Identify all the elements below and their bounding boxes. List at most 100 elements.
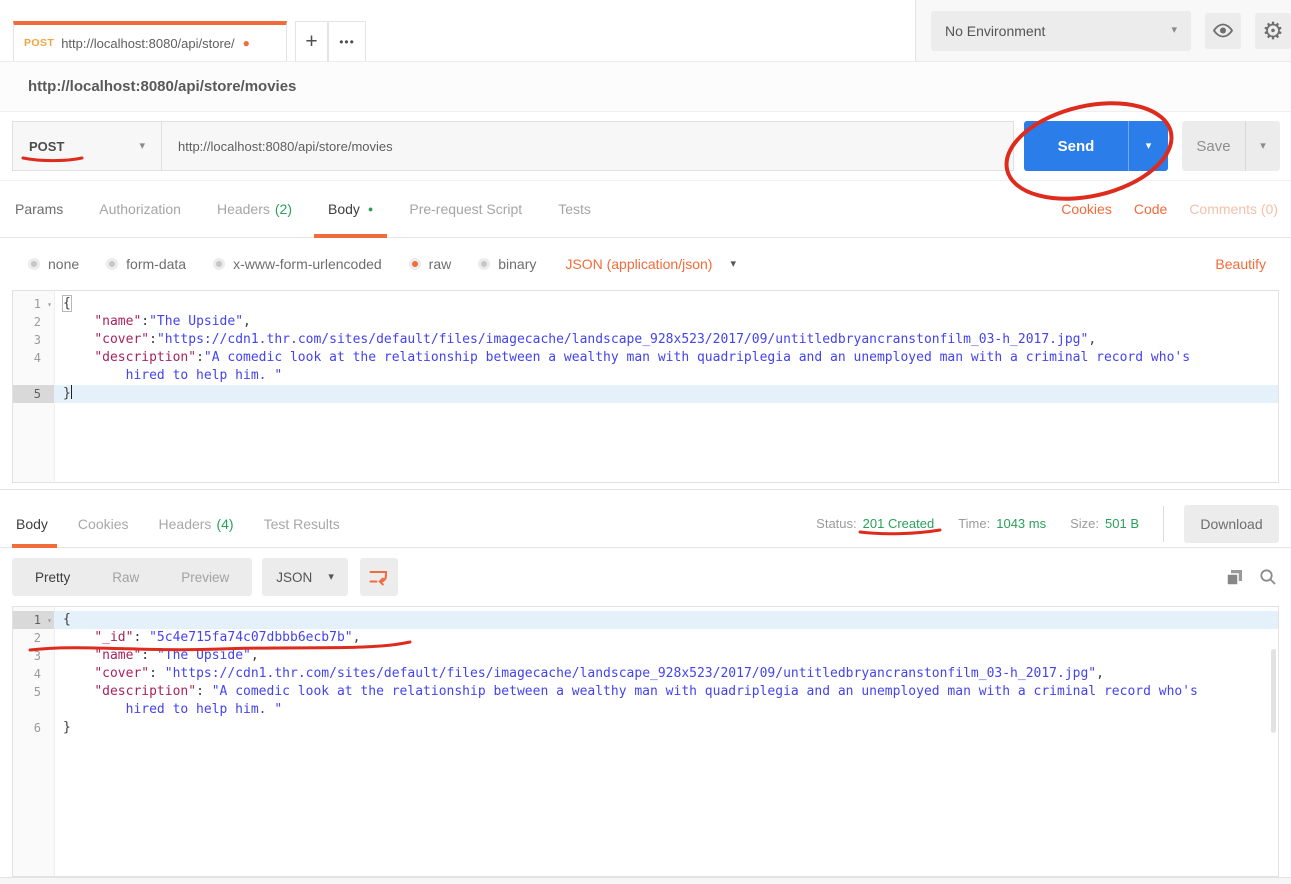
code-text: } bbox=[54, 719, 1278, 737]
url-input[interactable]: http://localhost:8080/api/store/movies bbox=[162, 121, 1014, 171]
line-number bbox=[13, 367, 54, 385]
code-line[interactable]: 3 "name": "The Upside", bbox=[13, 647, 1278, 665]
method-selector[interactable]: POST ▾ bbox=[12, 121, 162, 171]
save-button[interactable]: Save ▾ bbox=[1182, 121, 1280, 171]
copy-response-button[interactable] bbox=[1226, 569, 1243, 586]
response-stats: Status: 201 Created Time: 1043 ms Size: … bbox=[792, 505, 1279, 543]
send-button-label[interactable]: Send bbox=[1024, 121, 1128, 171]
code-text: "description": "A comedic look at the re… bbox=[54, 683, 1278, 701]
code-line[interactable]: hired to help him. " bbox=[13, 367, 1278, 385]
code-text: "_id": "5c4e715fa74c07dbbb6ecb7b", bbox=[54, 629, 1278, 647]
method-label: POST bbox=[29, 139, 139, 154]
wrap-lines-button[interactable] bbox=[360, 558, 398, 596]
code-line[interactable]: 2 "name":"The Upside", bbox=[13, 313, 1278, 331]
send-options-button[interactable]: ▾ bbox=[1128, 121, 1168, 171]
response-tab-body[interactable]: Body bbox=[16, 500, 48, 547]
download-button[interactable]: Download bbox=[1184, 505, 1279, 543]
radio-label: x-www-form-urlencoded bbox=[233, 256, 382, 272]
cookies-link[interactable]: Cookies bbox=[1061, 201, 1112, 217]
response-tab-test-results[interactable]: Test Results bbox=[264, 500, 340, 547]
view-preview[interactable]: Preview bbox=[160, 558, 250, 596]
code-text: "name": "The Upside", bbox=[54, 647, 1278, 665]
body-type-x-www-form-urlencoded[interactable]: x-www-form-urlencoded bbox=[213, 256, 382, 272]
line-number bbox=[13, 701, 54, 719]
body-type-form-data[interactable]: form-data bbox=[106, 256, 186, 272]
code-line[interactable]: hired to help him. " bbox=[13, 701, 1278, 719]
code-line[interactable]: 4 "description":"A comedic look at the r… bbox=[13, 349, 1278, 367]
radio-icon bbox=[106, 258, 118, 270]
line-number: 5 bbox=[13, 385, 54, 403]
environment-quick-look-button[interactable] bbox=[1205, 13, 1241, 49]
code-text: "cover": "https://cdn1.thr.com/sites/def… bbox=[54, 665, 1278, 683]
code-text: "cover":"https://cdn1.thr.com/sites/defa… bbox=[54, 331, 1278, 349]
content-type-selector[interactable]: JSON (application/json) ▾ bbox=[565, 256, 736, 272]
settings-button[interactable]: ⚙ bbox=[1255, 13, 1291, 49]
code-line[interactable]: 2 "_id": "5c4e715fa74c07dbbb6ecb7b", bbox=[13, 629, 1278, 647]
view-pretty[interactable]: Pretty bbox=[14, 558, 91, 596]
code-line[interactable]: 3 "cover":"https://cdn1.thr.com/sites/de… bbox=[13, 331, 1278, 349]
chevron-down-icon: ▾ bbox=[730, 259, 736, 270]
unsaved-dot-icon: ● bbox=[243, 37, 250, 49]
tab-label: Tests bbox=[558, 201, 591, 217]
code-line[interactable]: 5 "description": "A comedic look at the … bbox=[13, 683, 1278, 701]
request-tab[interactable]: POST http://localhost:8080/api/store/ ● bbox=[13, 21, 287, 61]
chevron-down-icon: ▾ bbox=[328, 572, 334, 583]
tab-authorization[interactable]: Authorization bbox=[99, 181, 181, 237]
radio-icon bbox=[213, 258, 225, 270]
code-link[interactable]: Code bbox=[1134, 201, 1167, 217]
response-headers-count-badge: (4) bbox=[216, 516, 233, 532]
tab-tests[interactable]: Tests bbox=[558, 181, 591, 237]
save-options-button[interactable]: ▾ bbox=[1245, 121, 1280, 171]
code-line[interactable]: 4 "cover": "https://cdn1.thr.com/sites/d… bbox=[13, 665, 1278, 683]
tab-pre-request-script[interactable]: Pre-request Script bbox=[409, 181, 522, 237]
tab-strip: POST http://localhost:8080/api/store/ ● … bbox=[0, 0, 915, 61]
comments-link[interactable]: Comments (0) bbox=[1189, 201, 1278, 217]
time-value: 1043 ms bbox=[996, 516, 1046, 531]
scrollbar-thumb[interactable] bbox=[1271, 649, 1276, 733]
send-button[interactable]: Send ▾ bbox=[1024, 121, 1168, 171]
code-line[interactable]: 5} bbox=[13, 385, 1278, 403]
code-line[interactable]: 1▾{ bbox=[13, 611, 1278, 629]
tab-label: Body bbox=[16, 516, 48, 532]
tab-options-button[interactable]: ••• bbox=[328, 21, 366, 61]
tab-label: Headers bbox=[159, 516, 212, 532]
response-toolbar: Pretty Raw Preview JSON ▾ bbox=[0, 548, 1291, 606]
line-number: 4 bbox=[13, 665, 54, 683]
line-number: 4 bbox=[13, 349, 54, 367]
beautify-link[interactable]: Beautify bbox=[1215, 256, 1266, 272]
time-label: Time: bbox=[958, 516, 990, 531]
vertical-divider bbox=[1163, 506, 1164, 542]
size-value: 501 B bbox=[1105, 516, 1139, 531]
save-button-label[interactable]: Save bbox=[1182, 121, 1245, 171]
tab-label: Params bbox=[15, 201, 63, 217]
size-label: Size: bbox=[1070, 516, 1099, 531]
environment-selector[interactable]: No Environment ▾ bbox=[931, 11, 1191, 51]
search-response-button[interactable] bbox=[1259, 568, 1277, 586]
tab-label: Headers bbox=[217, 201, 270, 217]
line-number: 5 bbox=[13, 683, 54, 701]
body-type-none[interactable]: none bbox=[28, 256, 79, 272]
response-format-selector[interactable]: JSON ▾ bbox=[262, 558, 348, 596]
tab-headers[interactable]: Headers(2) bbox=[217, 181, 292, 237]
fold-caret-icon[interactable]: ▾ bbox=[47, 612, 52, 630]
code-text: "description":"A comedic look at the rel… bbox=[54, 349, 1278, 367]
status-label: Status: bbox=[816, 516, 856, 531]
response-tab-headers[interactable]: Headers(4) bbox=[159, 500, 234, 547]
radio-icon bbox=[478, 258, 490, 270]
view-raw[interactable]: Raw bbox=[91, 558, 160, 596]
request-body-editor[interactable]: 1▾{2 "name":"The Upside",3 "cover":"http… bbox=[12, 290, 1279, 483]
code-line[interactable]: 6} bbox=[13, 719, 1278, 737]
tab-params[interactable]: Params bbox=[15, 181, 63, 237]
tab-url-label: http://localhost:8080/api/store/ bbox=[61, 36, 234, 51]
fold-caret-icon[interactable]: ▾ bbox=[47, 296, 52, 314]
header: POST http://localhost:8080/api/store/ ● … bbox=[0, 0, 1291, 62]
response-tab-cookies[interactable]: Cookies bbox=[78, 500, 129, 547]
new-tab-button[interactable]: + bbox=[295, 21, 328, 61]
tab-method-label: POST bbox=[24, 37, 54, 49]
line-number: 1▾ bbox=[13, 611, 54, 629]
tab-body[interactable]: Body● bbox=[328, 181, 373, 237]
code-line[interactable]: 1▾{ bbox=[13, 295, 1278, 313]
body-type-raw[interactable]: raw bbox=[409, 256, 452, 272]
response-body-editor[interactable]: 1▾{2 "_id": "5c4e715fa74c07dbbb6ecb7b",3… bbox=[12, 606, 1279, 877]
body-type-binary[interactable]: binary bbox=[478, 256, 536, 272]
